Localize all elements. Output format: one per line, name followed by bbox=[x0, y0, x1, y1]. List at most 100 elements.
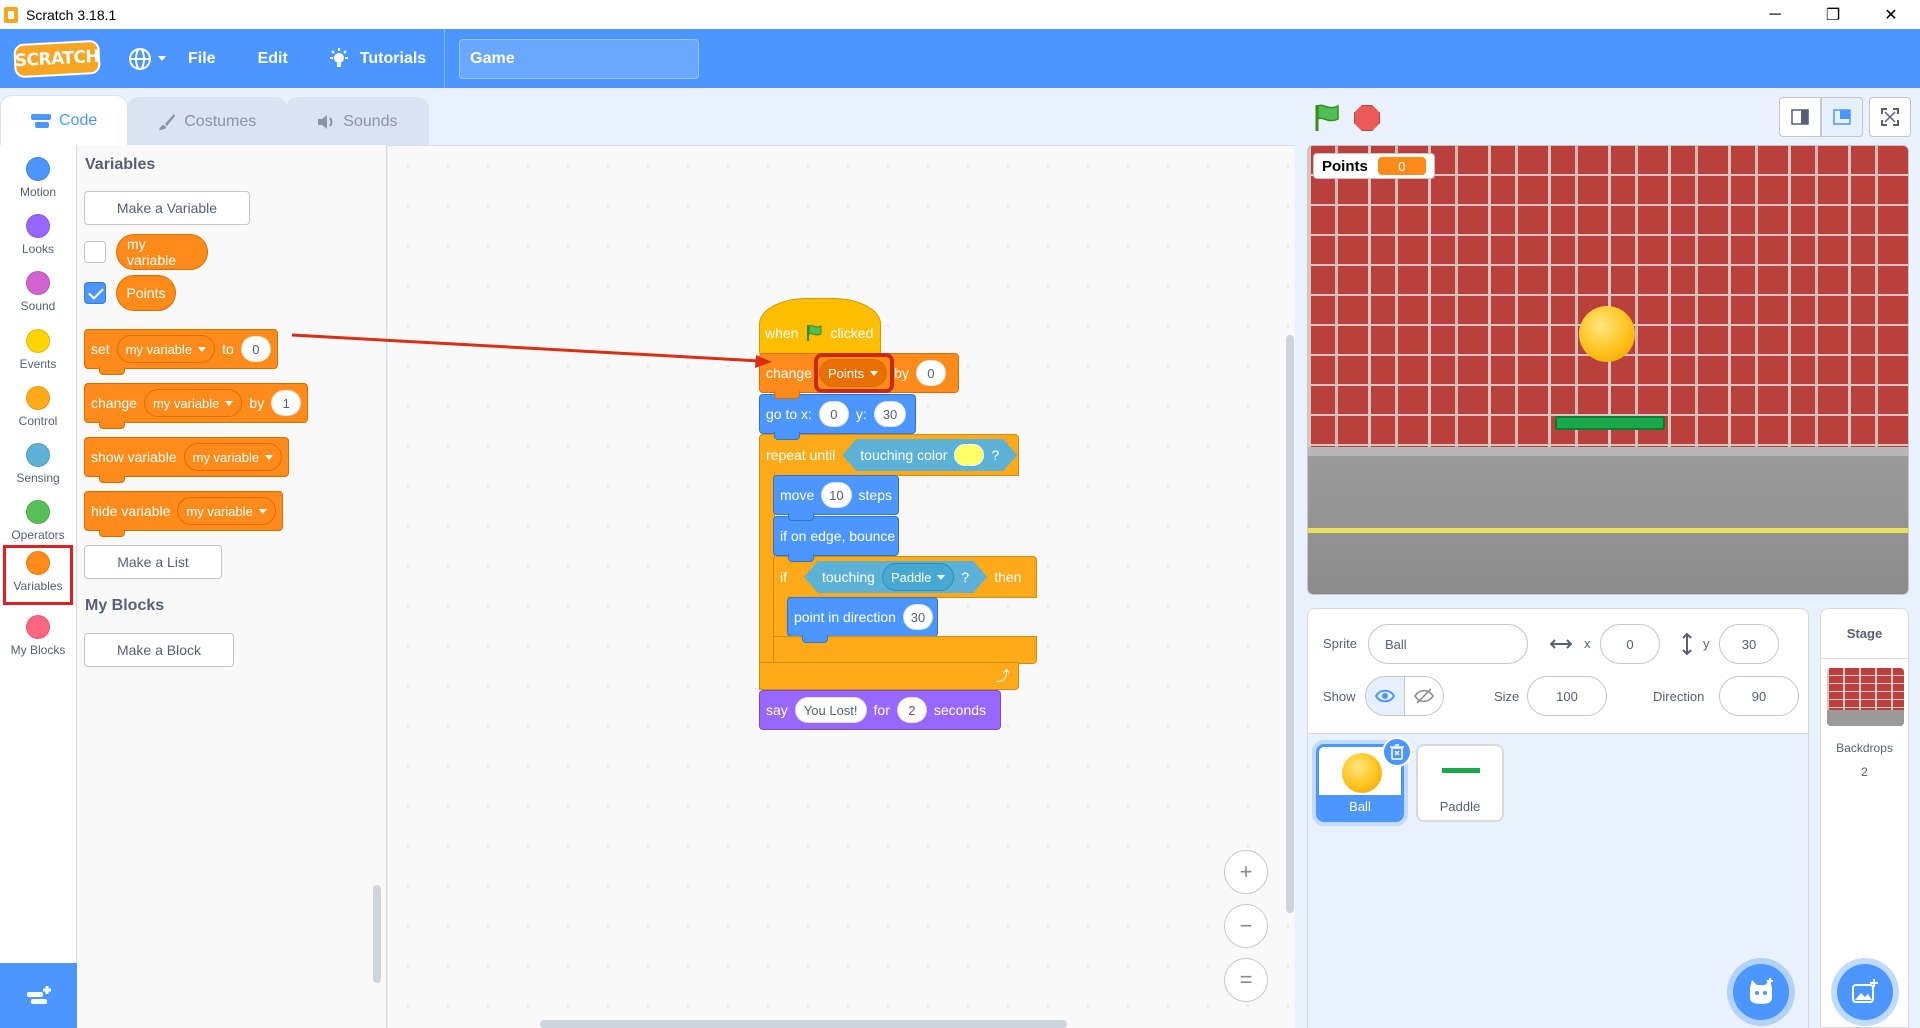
zoom-reset-button[interactable]: = bbox=[1224, 958, 1268, 1002]
touching-color-block[interactable]: touching color ? bbox=[842, 439, 1017, 471]
x-input[interactable]: 0 bbox=[818, 401, 849, 427]
variable-dropdown[interactable]: my variable bbox=[116, 335, 216, 363]
direction-input[interactable]: 90 bbox=[1719, 676, 1799, 716]
workspace-horizontal-scrollbar[interactable] bbox=[540, 1020, 1067, 1028]
y-input[interactable]: 30 bbox=[1719, 624, 1779, 664]
block-text: clicked bbox=[830, 325, 874, 341]
show-label: Show bbox=[1323, 689, 1356, 704]
horizontal-arrows-icon bbox=[1550, 639, 1572, 649]
edit-menu[interactable]: Edit bbox=[258, 50, 288, 68]
large-stage-button[interactable] bbox=[1821, 97, 1863, 137]
direction-input[interactable]: 30 bbox=[902, 604, 933, 630]
value-input[interactable]: 0 bbox=[240, 336, 271, 362]
choose-sprite-button[interactable] bbox=[1733, 964, 1789, 1020]
language-menu[interactable] bbox=[128, 47, 166, 71]
show-variable-block[interactable]: show variable my variable bbox=[84, 437, 290, 483]
variable-dropdown[interactable]: my variable bbox=[177, 497, 276, 525]
point-in-direction-block[interactable]: point in direction 30 bbox=[787, 597, 938, 643]
my-variable-checkbox[interactable] bbox=[84, 241, 106, 263]
small-stage-button[interactable] bbox=[1779, 97, 1821, 137]
variable-dropdown[interactable]: my variable bbox=[143, 389, 243, 417]
code-icon bbox=[31, 113, 51, 128]
workspace-vertical-scrollbar[interactable] bbox=[1286, 335, 1294, 913]
change-variable-block[interactable]: change my variable by 1 bbox=[84, 383, 309, 429]
close-button[interactable]: ✕ bbox=[1862, 0, 1920, 29]
tutorials-button[interactable]: Tutorials bbox=[328, 47, 426, 70]
say-text-input[interactable]: You Lost! bbox=[794, 697, 867, 723]
make-variable-button[interactable]: Make a Variable bbox=[84, 191, 250, 225]
say-for-seconds-block[interactable]: say You Lost! for 2 seconds bbox=[759, 690, 1001, 730]
set-variable-block[interactable]: set my variable to 0 bbox=[84, 329, 278, 375]
minimize-button[interactable]: ─ bbox=[1746, 0, 1804, 29]
scratch-logo[interactable]: SCRATCH bbox=[13, 39, 101, 78]
delete-sprite-button[interactable] bbox=[1382, 737, 1412, 767]
my-blocks-heading: My Blocks bbox=[85, 597, 165, 614]
block-text: say bbox=[766, 702, 788, 718]
make-list-button[interactable]: Make a List bbox=[84, 545, 222, 579]
category-sensing[interactable]: Sensing bbox=[0, 437, 76, 493]
stop-button[interactable] bbox=[1354, 105, 1380, 131]
points-checkbox[interactable] bbox=[84, 282, 106, 304]
move-steps-block[interactable]: move 10 steps bbox=[773, 475, 899, 521]
touching-target-dropdown[interactable]: Paddle bbox=[882, 563, 954, 591]
block-text: ? bbox=[991, 447, 1000, 463]
y-input[interactable]: 30 bbox=[873, 401, 907, 427]
points-reporter[interactable]: Points bbox=[116, 275, 176, 311]
tab-costumes[interactable]: Costumes bbox=[127, 97, 288, 145]
choose-backdrop-button[interactable] bbox=[1837, 964, 1893, 1020]
x-label: x bbox=[1584, 636, 1591, 651]
restore-button[interactable]: ❐ bbox=[1804, 0, 1862, 29]
show-sprite-button[interactable] bbox=[1365, 676, 1405, 716]
make-block-button[interactable]: Make a Block bbox=[84, 633, 234, 667]
eye-icon bbox=[1375, 689, 1395, 703]
zoom-out-button[interactable]: − bbox=[1224, 904, 1268, 948]
tab-code[interactable]: Code bbox=[0, 95, 129, 145]
title-bar: Scratch 3.18.1 ─ ❐ ✕ bbox=[0, 0, 1920, 29]
category-events[interactable]: Events bbox=[0, 323, 76, 379]
category-looks[interactable]: Looks bbox=[0, 208, 76, 264]
category-label: Motion bbox=[19, 185, 57, 199]
points-monitor[interactable]: Points 0 bbox=[1313, 153, 1435, 179]
if-on-edge-bounce-block[interactable]: if on edge, bounce bbox=[773, 516, 899, 562]
block-text: by bbox=[249, 395, 265, 411]
palette-scrollbar[interactable] bbox=[373, 885, 381, 983]
ball-thumbnail bbox=[1342, 753, 1382, 793]
variable-dropdown[interactable]: my variable bbox=[183, 443, 283, 471]
zoom-out-icon: − bbox=[1239, 913, 1253, 938]
if-then-block[interactable]: if touching Paddle ? then bbox=[773, 556, 1037, 598]
fullscreen-button[interactable] bbox=[1869, 97, 1911, 137]
value-input[interactable]: 1 bbox=[271, 390, 302, 416]
size-input[interactable]: 100 bbox=[1527, 676, 1607, 716]
value-input[interactable]: 0 bbox=[915, 360, 946, 386]
steps-input[interactable]: 10 bbox=[821, 482, 852, 508]
repeat-until-block[interactable]: repeat until touching color ? bbox=[759, 434, 1019, 476]
paddle-sprite[interactable] bbox=[1555, 416, 1665, 430]
hide-sprite-button[interactable] bbox=[1404, 676, 1444, 716]
color-swatch[interactable] bbox=[954, 444, 984, 466]
seconds-input[interactable]: 2 bbox=[896, 697, 927, 723]
sprite-name-input[interactable]: Ball bbox=[1368, 624, 1528, 664]
category-control[interactable]: Control bbox=[0, 380, 76, 436]
stage-selector[interactable]: Stage Backdrops 2 bbox=[1820, 608, 1909, 1028]
add-extension-button[interactable] bbox=[0, 963, 77, 1028]
project-title-input[interactable]: Game bbox=[459, 38, 700, 79]
ball-sprite[interactable] bbox=[1579, 306, 1635, 362]
category-operators[interactable]: Operators bbox=[0, 494, 76, 550]
hide-variable-block[interactable]: hide variable my variable bbox=[84, 491, 283, 537]
my-variable-reporter[interactable]: my variable bbox=[116, 234, 208, 270]
category-label: Operators bbox=[11, 528, 65, 542]
category-motion[interactable]: Motion bbox=[0, 151, 76, 207]
zoom-in-button[interactable]: + bbox=[1224, 850, 1268, 894]
sprite-thumb-paddle[interactable]: Paddle bbox=[1416, 744, 1504, 822]
stage-canvas[interactable]: Points 0 bbox=[1307, 145, 1909, 595]
touching-block[interactable]: touching Paddle ? bbox=[804, 561, 987, 593]
chevron-down-icon bbox=[198, 346, 207, 352]
green-flag-button[interactable] bbox=[1312, 103, 1342, 133]
tab-sounds[interactable]: Sounds bbox=[286, 97, 429, 145]
category-sound[interactable]: Sound bbox=[0, 265, 76, 321]
x-input[interactable]: 0 bbox=[1600, 624, 1660, 664]
file-menu[interactable]: File bbox=[188, 50, 216, 68]
category-variables[interactable]: Variables bbox=[3, 545, 73, 605]
go-to-xy-block[interactable]: go to x: 0 y: 30 bbox=[759, 394, 916, 440]
category-my-blocks[interactable]: My Blocks bbox=[0, 609, 76, 665]
